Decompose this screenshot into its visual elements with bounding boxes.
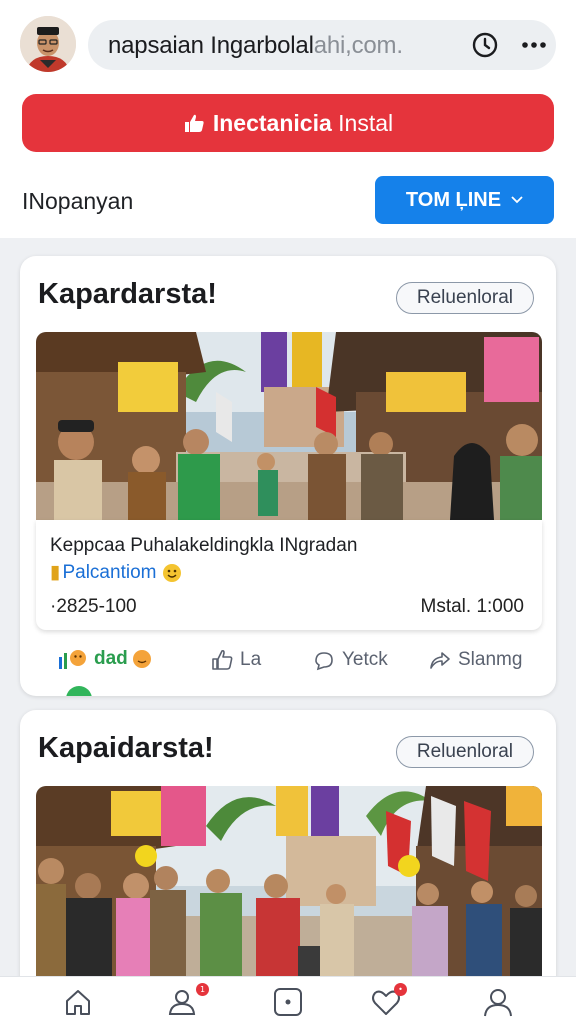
more-dots-icon[interactable]: [520, 34, 548, 56]
emoji-icon: [163, 563, 182, 582]
post-title: Kapaidarsta!: [38, 732, 214, 764]
share-label: Slanmg: [458, 649, 523, 670]
clock-icon[interactable]: [471, 31, 499, 59]
url-dim: ahi,com.: [313, 32, 403, 59]
thumbs-up-icon: [212, 649, 233, 670]
url-text[interactable]: napsaian Ingarbolalahi,com.: [108, 32, 403, 60]
pin-icon: ▮: [50, 562, 61, 583]
filter-row: INopanyan TOM ĻINE: [0, 170, 576, 230]
thumbs-up-icon: [184, 114, 204, 132]
post-photo[interactable]: [36, 332, 542, 520]
reactions-icon: [59, 650, 86, 669]
post-date: ·2825-100: [50, 596, 137, 617]
timeline-label: TOM ĻINE: [405, 188, 502, 211]
location-label: Palcantiom: [62, 561, 157, 583]
avatar[interactable]: [20, 16, 76, 72]
comment-icon: [315, 652, 333, 671]
browser-bar-row: napsaian Ingarbolalahi,com.: [0, 0, 576, 90]
comment-button[interactable]: Yetck: [312, 648, 388, 672]
notification-badge: •: [394, 983, 407, 996]
category-tag[interactable]: Reluenloral: [395, 282, 534, 314]
reaction-label: dad: [94, 648, 128, 669]
share-button[interactable]: Slanmg: [428, 648, 522, 672]
top-header: napsaian Ingarbolalahi,com. Inectanicia …: [0, 0, 576, 238]
people-icon: [168, 990, 196, 1015]
comment-label: Yetck: [342, 649, 388, 670]
bottom-nav: 1 •: [0, 976, 576, 1024]
share-icon: [430, 652, 450, 669]
reaction-button[interactable]: dad: [58, 648, 152, 670]
post-card: Kapaidarsta! Reluenloral: [20, 710, 556, 1010]
profile-icon[interactable]: [482, 987, 514, 1017]
post-title: Kapardarsta!: [38, 278, 217, 310]
like-button[interactable]: La: [210, 648, 261, 672]
url-bar[interactable]: napsaian Ingarbolalahi,com.: [88, 20, 556, 70]
install-label-bold: Inectanicia: [212, 109, 332, 136]
chevron-down-icon: [511, 196, 523, 204]
like-label: La: [240, 649, 262, 670]
install-button[interactable]: Inectanicia Instal: [22, 94, 554, 152]
heart-nav[interactable]: •: [370, 983, 407, 1017]
post-meta: Mstal. 1:000: [420, 596, 525, 617]
url-main: napsaian Ingarbolal: [108, 32, 314, 59]
post-details: Keppcaa Puhalakeldingkla INgradan ▮ Palc…: [36, 520, 542, 630]
post-card: Kapardarsta! Reluenloral Keppcaa Puhalak…: [20, 256, 556, 696]
people-nav[interactable]: 1: [166, 983, 209, 1017]
status-dot: [66, 686, 92, 696]
smiley-icon: [132, 650, 151, 668]
post-caption: Keppcaa Puhalakeldingkla INgradan: [50, 535, 358, 556]
install-label-light: Instal: [338, 109, 394, 136]
post-actions: dad La Yetck Slanmg: [20, 648, 556, 684]
square-dot-icon[interactable]: [272, 987, 304, 1017]
home-icon[interactable]: [62, 987, 94, 1017]
filter-label: INopanyan: [22, 188, 134, 214]
category-tag[interactable]: Reluenloral: [395, 736, 534, 768]
post-location[interactable]: ▮ Palcantiom: [50, 561, 182, 584]
notification-badge: 1: [196, 983, 209, 996]
timeline-button[interactable]: TOM ĻINE: [375, 176, 554, 224]
